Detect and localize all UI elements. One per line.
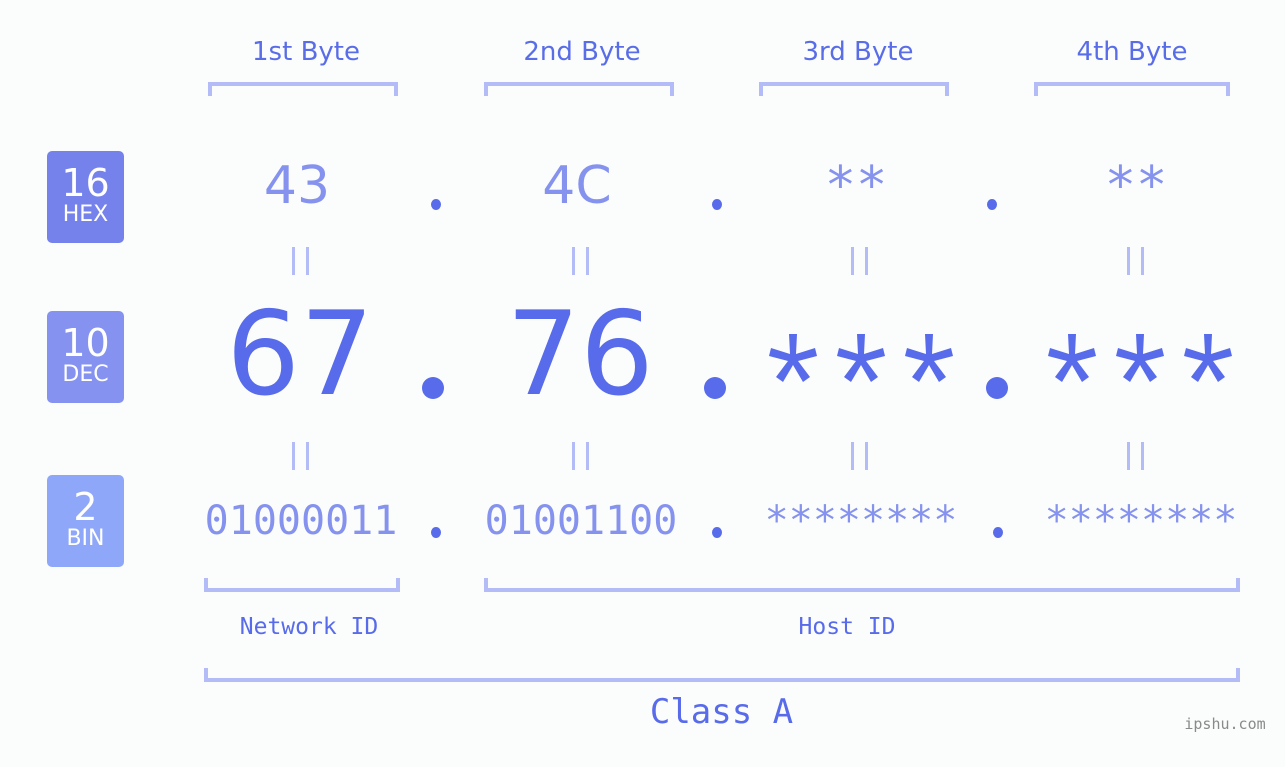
- byte-1-bracket: [208, 82, 398, 96]
- hex-separator-dot: [431, 199, 441, 210]
- equals-icon: [851, 247, 868, 275]
- bin-separator-dot: [431, 527, 441, 538]
- hex-byte-4: **: [1104, 156, 1168, 216]
- bin-byte-1: 01000011: [204, 498, 398, 544]
- bin-byte-4: ********: [1044, 498, 1238, 544]
- watermark: ipshu.com: [1184, 715, 1266, 733]
- dec-byte-4: [1000, 300, 1280, 430]
- equals-icon: [572, 247, 589, 275]
- host-id-bracket: [484, 578, 1240, 592]
- hex-byte-2: 4C: [542, 156, 612, 216]
- dec-separator-dot: [704, 377, 726, 399]
- class-bracket: [204, 668, 1240, 682]
- dec-separator-dot: [986, 377, 1008, 399]
- bin-byte-3: ********: [764, 498, 958, 544]
- dec-badge: 10 DEC: [47, 311, 124, 403]
- equals-icon: [292, 247, 309, 275]
- asterisk-group: [1048, 334, 1232, 382]
- bin-badge: 2 BIN: [47, 475, 124, 567]
- equals-icon: [1127, 442, 1144, 470]
- byte-header-1: 1st Byte: [252, 37, 360, 67]
- byte-header-2: 2nd Byte: [523, 37, 641, 67]
- bin-separator-dot: [712, 527, 722, 538]
- dec-byte-1: 67: [226, 287, 374, 422]
- dec-byte-4-mask: [1048, 334, 1232, 382]
- byte-2-bracket: [484, 82, 674, 96]
- network-id-bracket: [204, 578, 400, 592]
- ip-class-label: Class A: [649, 692, 794, 732]
- equals-icon: [572, 442, 589, 470]
- hex-byte-3: **: [824, 156, 888, 216]
- dec-base-label: DEC: [62, 362, 109, 387]
- asterisk-group: [769, 334, 953, 382]
- equals-icon: [1127, 247, 1144, 275]
- hex-separator-dot: [987, 199, 997, 210]
- byte-header-3: 3rd Byte: [802, 37, 914, 67]
- byte-header-4: 4th Byte: [1076, 37, 1188, 67]
- equals-icon: [851, 442, 868, 470]
- bin-byte-2: 01001100: [484, 498, 678, 544]
- hex-separator-dot: [712, 199, 722, 210]
- host-id-label: Host ID: [798, 614, 896, 640]
- dec-byte-2: 76: [506, 287, 654, 422]
- bin-base-label: BIN: [66, 526, 105, 551]
- dec-byte-3: [721, 300, 1001, 430]
- byte-4-bracket: [1034, 82, 1230, 96]
- bin-base-number: 2: [73, 485, 98, 529]
- bin-separator-dot: [993, 527, 1003, 538]
- dec-byte-3-mask: [769, 334, 953, 382]
- dec-separator-dot: [422, 377, 444, 399]
- hex-base-number: 16: [61, 161, 110, 205]
- dec-base-number: 10: [61, 321, 110, 365]
- hex-badge: 16 HEX: [47, 151, 124, 243]
- hex-base-label: HEX: [62, 202, 109, 227]
- hex-byte-1: 43: [263, 156, 331, 216]
- byte-3-bracket: [759, 82, 949, 96]
- network-id-label: Network ID: [239, 614, 379, 640]
- equals-icon: [292, 442, 309, 470]
